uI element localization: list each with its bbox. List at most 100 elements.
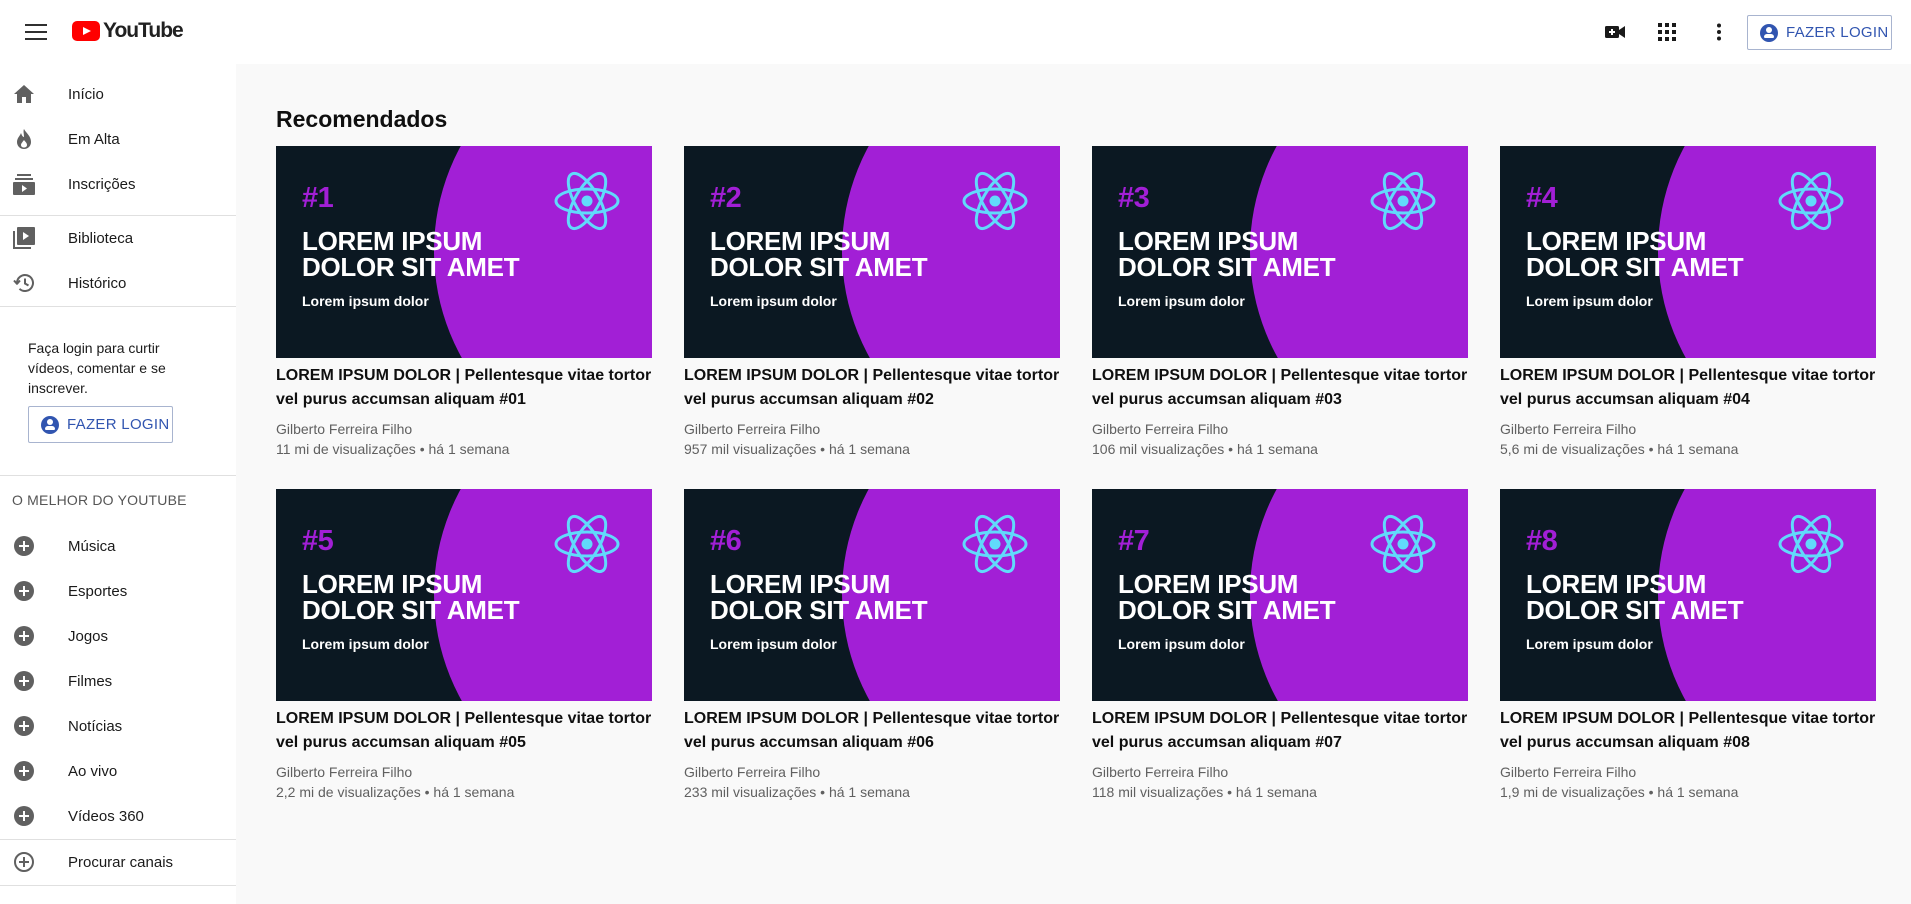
video-card[interactable]: #4 LOREM IPSUM DOLOR SIT AMET Lorem ipsum … xyxy=(1500,146,1876,459)
thumbnail-number: #7 xyxy=(1118,525,1150,557)
history-icon xyxy=(12,271,36,295)
channel-name[interactable]: Gilberto Ferreira Filho xyxy=(1092,419,1468,439)
video-title[interactable]: LOREM IPSUM DOLOR | Pellentesque vitae t… xyxy=(1500,707,1876,755)
sidebar-item-videos-360[interactable]: Vídeos 360 xyxy=(0,796,236,836)
react-atom-icon xyxy=(1778,171,1844,231)
header-login-label: FAZER LOGIN xyxy=(1786,24,1889,41)
channel-name[interactable]: Gilberto Ferreira Filho xyxy=(276,419,652,439)
sidebar-divider xyxy=(0,475,236,476)
video-thumbnail[interactable]: #2 LOREM IPSUM DOLOR SIT AMET Lorem ipsum … xyxy=(684,146,1060,358)
thumbnail-subline: Lorem ipsum dolor xyxy=(1118,636,1245,652)
sidebar-item-label: Notícias xyxy=(68,717,123,735)
account-icon xyxy=(1760,23,1778,42)
video-card[interactable]: #7 LOREM IPSUM DOLOR SIT AMET Lorem ipsum … xyxy=(1092,489,1468,802)
sidebar-item-esportes[interactable]: Esportes xyxy=(0,571,236,611)
video-thumbnail[interactable]: #4 LOREM IPSUM DOLOR SIT AMET Lorem ipsum … xyxy=(1500,146,1876,358)
thumbnail-headline: LOREM IPSUM DOLOR SIT AMET xyxy=(710,226,928,282)
sidebar-divider xyxy=(0,839,236,840)
youtube-play-icon xyxy=(72,21,100,41)
video-card[interactable]: #1 LOREM IPSUM DOLOR SIT AMET Lorem ipsum … xyxy=(276,146,652,459)
video-card[interactable]: #3 LOREM IPSUM DOLOR SIT AMET Lorem ipsum … xyxy=(1092,146,1468,459)
video-meta: 106 mil visualizações • há 1 semana xyxy=(1092,441,1318,457)
sidebar-item-label: Biblioteca xyxy=(68,229,134,247)
sidebar-item-procurar-canais[interactable]: Procurar canais xyxy=(0,842,236,882)
subscriptions-icon xyxy=(12,172,36,196)
sidebar-item-inicio[interactable]: Início xyxy=(0,74,236,114)
add-circle-icon xyxy=(12,804,36,828)
video-meta: 118 mil visualizações • há 1 semana xyxy=(1092,784,1317,800)
channel-name[interactable]: Gilberto Ferreira Filho xyxy=(276,762,652,782)
video-card[interactable]: #6 LOREM IPSUM DOLOR SIT AMET Lorem ipsum … xyxy=(684,489,1060,802)
react-atom-icon xyxy=(1370,171,1436,231)
video-card[interactable]: #8 LOREM IPSUM DOLOR SIT AMET Lorem ipsum … xyxy=(1500,489,1876,802)
sidebar-item-historico[interactable]: Histórico xyxy=(0,263,236,303)
video-title[interactable]: LOREM IPSUM DOLOR | Pellentesque vitae t… xyxy=(276,364,652,412)
add-circle-icon xyxy=(12,714,36,738)
thumbnail-headline: LOREM IPSUM DOLOR SIT AMET xyxy=(302,226,520,282)
thumbnail-subline: Lorem ipsum dolor xyxy=(1526,293,1653,309)
sidebar-item-em-alta[interactable]: Em Alta xyxy=(0,119,236,159)
more-vert-icon[interactable] xyxy=(1707,20,1731,44)
sidebar-item-label: Música xyxy=(68,537,116,555)
sidebar-item-label: Histórico xyxy=(68,274,127,292)
video-thumbnail[interactable]: #1 LOREM IPSUM DOLOR SIT AMET Lorem ipsum … xyxy=(276,146,652,358)
main-content: Recomendados #1 LOREM IPSUM DOLOR SIT AME… xyxy=(236,64,1911,904)
channel-name[interactable]: Gilberto Ferreira Filho xyxy=(1500,762,1876,782)
react-atom-icon xyxy=(962,514,1028,574)
sidebar-item-label: Início xyxy=(68,85,104,103)
video-thumbnail[interactable]: #5 LOREM IPSUM DOLOR SIT AMET Lorem ipsum … xyxy=(276,489,652,701)
video-card[interactable]: #2 LOREM IPSUM DOLOR SIT AMET Lorem ipsum … xyxy=(684,146,1060,459)
thumbnail-number: #1 xyxy=(302,182,334,214)
sidebar-item-filmes[interactable]: Filmes xyxy=(0,661,236,701)
youtube-logo[interactable]: YouTube xyxy=(72,19,184,43)
sidebar-divider xyxy=(0,885,236,886)
section-title: O MELHOR DO YOUTUBE xyxy=(12,492,187,508)
video-title[interactable]: LOREM IPSUM DOLOR | Pellentesque vitae t… xyxy=(1092,364,1468,412)
react-atom-icon xyxy=(554,514,620,574)
sidebar-item-biblioteca[interactable]: Biblioteca xyxy=(0,218,236,258)
video-title[interactable]: LOREM IPSUM DOLOR | Pellentesque vitae t… xyxy=(276,707,652,755)
video-thumbnail[interactable]: #6 LOREM IPSUM DOLOR SIT AMET Lorem ipsum … xyxy=(684,489,1060,701)
sidebar-item-label: Jogos xyxy=(68,627,109,645)
fire-icon xyxy=(12,127,36,151)
video-thumbnail[interactable]: #7 LOREM IPSUM DOLOR SIT AMET Lorem ipsum … xyxy=(1092,489,1468,701)
thumbnail-number: #4 xyxy=(1526,182,1558,214)
login-prompt-text: Faça login para curtir vídeos, comentar … xyxy=(28,340,166,396)
video-title[interactable]: LOREM IPSUM DOLOR | Pellentesque vitae t… xyxy=(684,707,1060,755)
add-circle-icon xyxy=(12,669,36,693)
video-title[interactable]: LOREM IPSUM DOLOR | Pellentesque vitae t… xyxy=(1500,364,1876,412)
sidebar-item-label: Ao vivo xyxy=(68,762,118,780)
video-meta: 2,2 mi de visualizações • há 1 semana xyxy=(276,784,515,800)
thumbnail-headline: LOREM IPSUM DOLOR SIT AMET xyxy=(1526,226,1744,282)
menu-icon[interactable] xyxy=(24,22,48,42)
sidebar-item-ao-vivo[interactable]: Ao vivo xyxy=(0,751,236,791)
video-thumbnail[interactable]: #8 LOREM IPSUM DOLOR SIT AMET Lorem ipsum … xyxy=(1500,489,1876,701)
sidebar-item-jogos[interactable]: Jogos xyxy=(0,616,236,656)
react-atom-icon xyxy=(1778,514,1844,574)
video-camera-icon[interactable] xyxy=(1603,20,1627,44)
thumbnail-number: #3 xyxy=(1118,182,1150,214)
sidebar-item-musica[interactable]: Música xyxy=(0,526,236,566)
home-icon xyxy=(12,82,36,106)
thumbnail-headline: LOREM IPSUM DOLOR SIT AMET xyxy=(1118,226,1336,282)
channel-name[interactable]: Gilberto Ferreira Filho xyxy=(1500,419,1876,439)
video-card[interactable]: #5 LOREM IPSUM DOLOR SIT AMET Lorem ipsum … xyxy=(276,489,652,802)
video-thumbnail[interactable]: #3 LOREM IPSUM DOLOR SIT AMET Lorem ipsum … xyxy=(1092,146,1468,358)
thumbnail-subline: Lorem ipsum dolor xyxy=(1526,636,1653,652)
channel-name[interactable]: Gilberto Ferreira Filho xyxy=(684,762,1060,782)
sidebar-item-noticias[interactable]: Notícias xyxy=(0,706,236,746)
account-icon xyxy=(41,415,59,434)
add-circle-icon xyxy=(12,624,36,648)
sidebar-item-inscricoes[interactable]: Inscrições xyxy=(0,164,236,204)
sidebar-login-button[interactable]: FAZER LOGIN xyxy=(28,406,173,443)
apps-icon[interactable] xyxy=(1655,20,1679,44)
thumbnail-headline: LOREM IPSUM DOLOR SIT AMET xyxy=(1118,569,1336,625)
video-meta: 11 mi de visualizações • há 1 semana xyxy=(276,441,510,457)
sidebar: Início Em Alta Inscrições Biblioteca His… xyxy=(0,64,236,904)
channel-name[interactable]: Gilberto Ferreira Filho xyxy=(684,419,1060,439)
sidebar-item-label: Vídeos 360 xyxy=(68,807,144,825)
video-title[interactable]: LOREM IPSUM DOLOR | Pellentesque vitae t… xyxy=(1092,707,1468,755)
channel-name[interactable]: Gilberto Ferreira Filho xyxy=(1092,762,1468,782)
video-title[interactable]: LOREM IPSUM DOLOR | Pellentesque vitae t… xyxy=(684,364,1060,412)
header-login-button[interactable]: FAZER LOGIN xyxy=(1747,15,1892,50)
